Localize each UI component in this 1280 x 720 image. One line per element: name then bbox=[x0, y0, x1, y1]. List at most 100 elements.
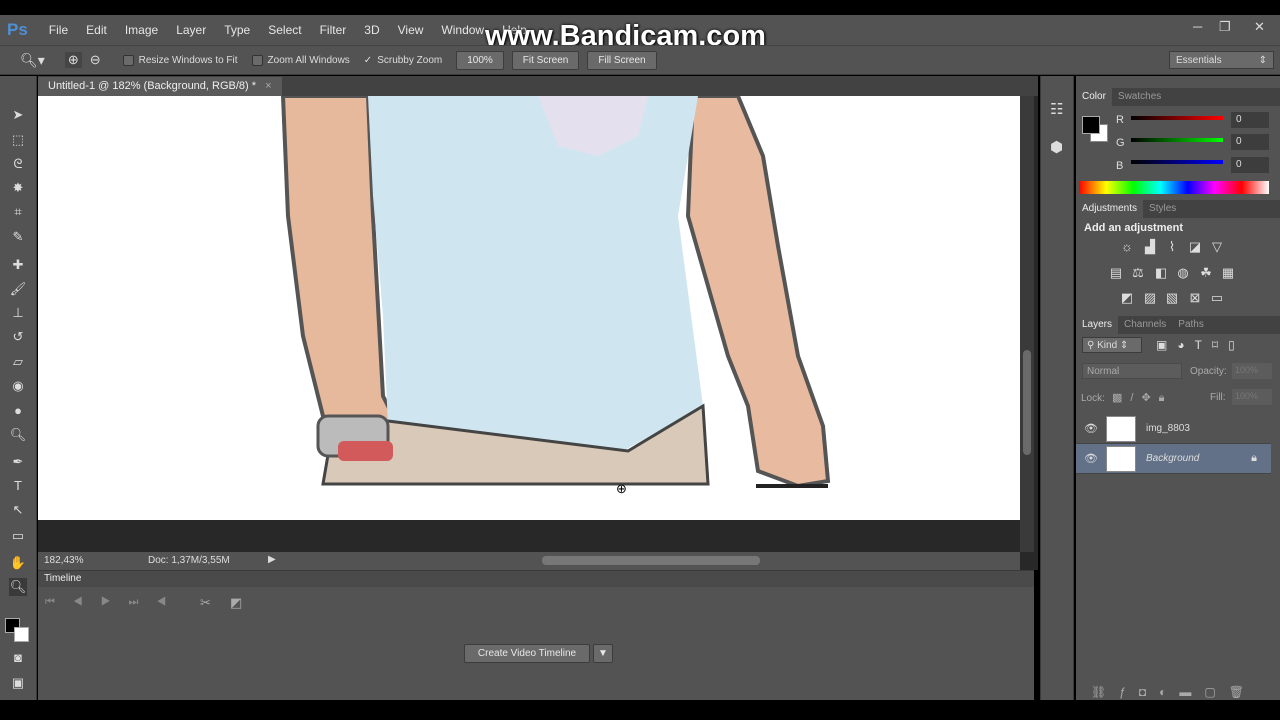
zoom-out-icon[interactable]: ⊖ bbox=[90, 52, 101, 68]
gradient-map-icon[interactable]: ▭ bbox=[1207, 290, 1227, 306]
horizontal-scroll-thumb[interactable] bbox=[542, 556, 760, 565]
zoom-in-icon[interactable]: ⊕ bbox=[64, 52, 82, 68]
zoom-100-button[interactable]: 100% bbox=[456, 50, 504, 70]
scrubby-zoom-checkbox[interactable]: ✓ Scrubby Zoom bbox=[364, 55, 442, 66]
timeline-playback-controls[interactable]: ⏮◀▶⏭◀ bbox=[45, 596, 184, 609]
red-value[interactable]: 0 bbox=[1231, 112, 1269, 128]
tab-styles[interactable]: Styles bbox=[1143, 200, 1182, 218]
status-menu-arrow-icon[interactable]: ▶ bbox=[268, 554, 276, 565]
posterize-icon[interactable]: ▨ bbox=[1140, 290, 1160, 306]
pen-tool-icon[interactable]: ✒ bbox=[9, 453, 27, 471]
canvas[interactable]: ⊕ bbox=[38, 96, 1020, 520]
selective-color-icon[interactable]: ⊠ bbox=[1185, 290, 1205, 306]
lock-icons[interactable]: ▩/✥🔒︎ bbox=[1112, 391, 1173, 405]
visibility-eye-icon[interactable]: 👁︎ bbox=[1084, 422, 1098, 435]
split-icon[interactable]: ✂ bbox=[200, 595, 211, 611]
timeline-dropdown-icon[interactable]: ▼ bbox=[593, 644, 613, 663]
green-value[interactable]: 0 bbox=[1231, 134, 1269, 150]
close-button[interactable]: ✕ bbox=[1254, 19, 1265, 35]
eraser-icon[interactable]: ▱ bbox=[9, 353, 27, 371]
vertical-scrollbar[interactable] bbox=[1020, 96, 1034, 552]
history-panel-icon[interactable]: ☷ bbox=[1050, 100, 1063, 118]
blue-slider[interactable] bbox=[1131, 160, 1223, 164]
magic-wand-icon[interactable]: ✸ bbox=[9, 179, 27, 197]
layers-footer-icons[interactable]: ⛓ƒ◘◐▬▢🗑︎ bbox=[1091, 685, 1257, 699]
black-white-icon[interactable]: ◧ bbox=[1151, 265, 1171, 281]
photo-filter-icon[interactable]: ◍ bbox=[1173, 265, 1193, 281]
fill-field[interactable]: 100% bbox=[1232, 389, 1272, 405]
blur-tool-icon[interactable]: ● bbox=[9, 402, 27, 420]
green-slider[interactable] bbox=[1131, 138, 1223, 142]
zoom-all-windows-checkbox[interactable]: Zoom All Windows bbox=[251, 54, 350, 66]
healing-brush-icon[interactable]: ✚ bbox=[9, 256, 27, 274]
stamp-tool-icon[interactable]: ⊥ bbox=[9, 304, 27, 322]
red-slider[interactable] bbox=[1131, 116, 1223, 120]
quick-mask-icon[interactable]: ◙ bbox=[9, 649, 27, 667]
menu-edit[interactable]: Edit bbox=[86, 23, 107, 37]
layer-filter-kind[interactable]: ⚲ Kind ⇕ bbox=[1082, 337, 1142, 353]
resize-windows-checkbox[interactable]: Resize Windows to Fit bbox=[122, 54, 238, 66]
menu-3d[interactable]: 3D bbox=[364, 23, 379, 37]
fill-screen-button[interactable]: Fill Screen bbox=[587, 50, 657, 70]
document-tab[interactable]: Untitled-1 @ 182% (Background, RGB/8) * … bbox=[38, 77, 282, 96]
color-balance-icon[interactable]: ⚖ bbox=[1128, 265, 1148, 281]
invert-icon[interactable]: ◩ bbox=[1117, 290, 1137, 306]
levels-icon[interactable]: ▟ bbox=[1140, 239, 1160, 255]
transition-icon[interactable]: ◩ bbox=[230, 595, 242, 611]
threshold-icon[interactable]: ▧ bbox=[1162, 290, 1182, 306]
brush-tool-icon[interactable]: 🖌︎ bbox=[9, 280, 27, 298]
layer-row-img-8803[interactable]: 👁︎ img_8803 bbox=[1076, 414, 1271, 444]
workspace-select[interactable]: Essentials ⇕ bbox=[1169, 51, 1274, 69]
menu-file[interactable]: File bbox=[49, 23, 68, 37]
move-tool-icon[interactable]: ➤ bbox=[9, 106, 27, 124]
channel-mixer-icon[interactable]: ☘ bbox=[1196, 265, 1216, 281]
vertical-scroll-thumb[interactable] bbox=[1023, 350, 1031, 455]
create-video-timeline-button[interactable]: Create Video Timeline bbox=[464, 644, 590, 663]
crop-tool-icon[interactable]: ⌗ bbox=[9, 203, 27, 221]
color-lookup-icon[interactable]: ▦ bbox=[1218, 265, 1238, 281]
blue-value[interactable]: 0 bbox=[1231, 157, 1269, 173]
tab-layers[interactable]: Layers bbox=[1076, 316, 1119, 334]
close-tab-icon[interactable]: × bbox=[265, 80, 271, 92]
tab-paths[interactable]: Paths bbox=[1172, 316, 1210, 334]
hue-saturation-icon[interactable]: ▤ bbox=[1106, 265, 1126, 281]
menu-type[interactable]: Type bbox=[224, 23, 250, 37]
layer-row-background[interactable]: 👁︎ Background 🔒︎ bbox=[1076, 444, 1271, 474]
screen-mode-icon[interactable]: ▣ bbox=[9, 674, 27, 692]
background-color-swatch[interactable] bbox=[14, 627, 29, 642]
vibrance-icon[interactable]: ▽ bbox=[1207, 239, 1227, 255]
menu-window[interactable]: Window bbox=[441, 23, 484, 37]
exposure-icon[interactable]: ◪ bbox=[1185, 239, 1205, 255]
menu-image[interactable]: Image bbox=[125, 23, 158, 37]
brightness-contrast-icon[interactable]: ☼ bbox=[1117, 239, 1137, 254]
tab-swatches[interactable]: Swatches bbox=[1112, 88, 1167, 106]
color-foreground-swatch[interactable] bbox=[1082, 116, 1100, 134]
menu-select[interactable]: Select bbox=[268, 23, 301, 37]
type-tool-icon[interactable]: T bbox=[9, 477, 27, 495]
hand-tool-icon[interactable]: ✋ bbox=[9, 554, 27, 572]
visibility-eye-icon[interactable]: 👁︎ bbox=[1084, 452, 1098, 465]
zoom-tool-icon[interactable]: 🔍︎ bbox=[9, 578, 27, 596]
zoom-tool-icon[interactable]: 🔍︎▾ bbox=[20, 52, 45, 69]
curves-icon[interactable]: ⌇ bbox=[1162, 239, 1182, 255]
marquee-tool-icon[interactable]: ⬚ bbox=[9, 131, 27, 149]
menu-layer[interactable]: Layer bbox=[176, 23, 206, 37]
menu-view[interactable]: View bbox=[398, 23, 424, 37]
menu-filter[interactable]: Filter bbox=[320, 23, 347, 37]
eyedropper-icon[interactable]: ✎ bbox=[9, 228, 27, 246]
paint-bucket-icon[interactable]: ◉ bbox=[9, 377, 27, 395]
minimize-button[interactable]: ─ bbox=[1193, 19, 1202, 34]
tab-color[interactable]: Color bbox=[1076, 88, 1112, 106]
opacity-field[interactable]: 100% bbox=[1232, 363, 1272, 379]
dodge-tool-icon[interactable]: 🔍︎ bbox=[9, 426, 27, 444]
zoom-level[interactable]: 182,43% bbox=[44, 555, 83, 566]
color-spectrum[interactable] bbox=[1079, 181, 1269, 194]
fit-screen-button[interactable]: Fit Screen bbox=[511, 50, 580, 70]
history-brush-icon[interactable]: ↺ bbox=[9, 328, 27, 346]
path-selection-icon[interactable]: ↖ bbox=[9, 501, 27, 519]
rectangle-tool-icon[interactable]: ▭ bbox=[9, 527, 27, 545]
blend-mode-select[interactable]: Normal bbox=[1082, 363, 1182, 379]
restore-button[interactable]: ❐ bbox=[1219, 19, 1231, 35]
lasso-tool-icon[interactable]: ᘓ bbox=[9, 155, 27, 173]
tab-adjustments[interactable]: Adjustments bbox=[1076, 200, 1144, 218]
